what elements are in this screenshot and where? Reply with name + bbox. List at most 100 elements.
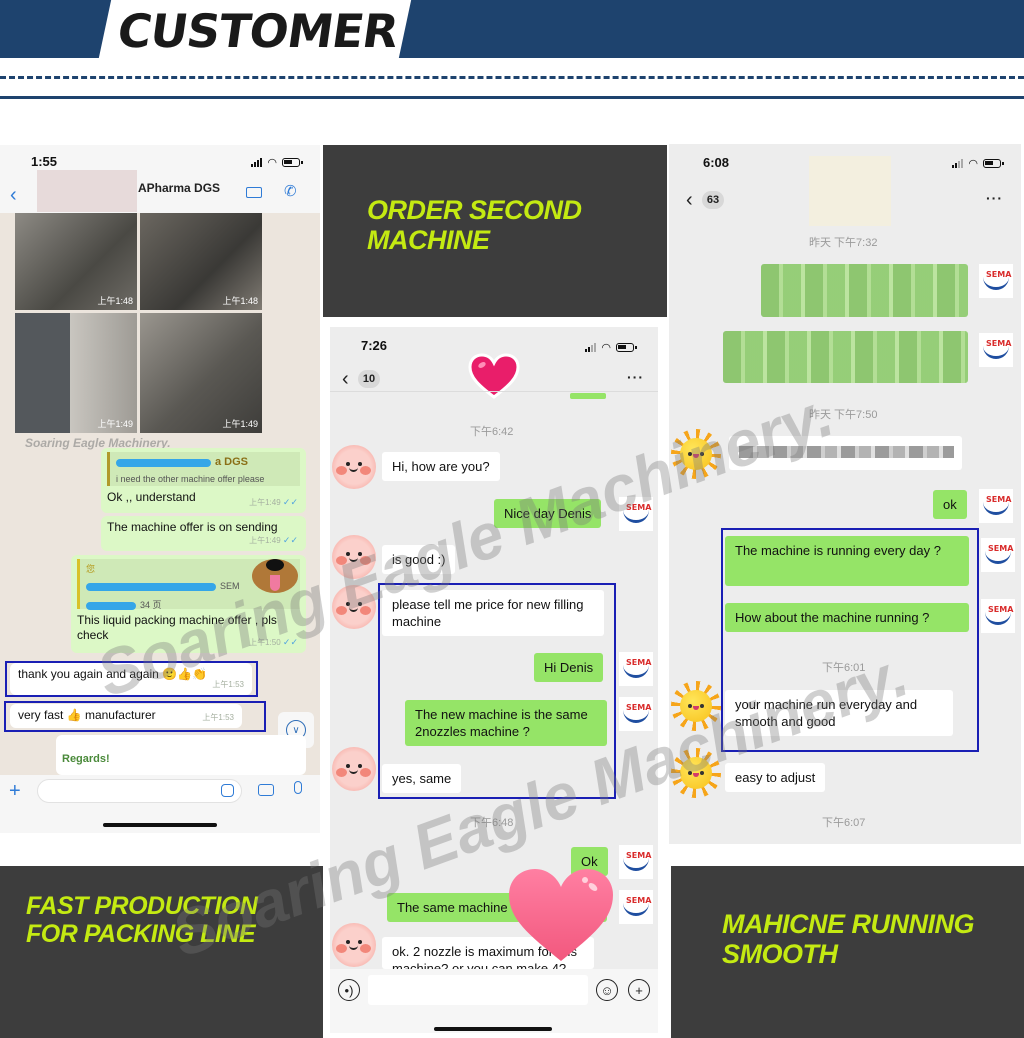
phone-icon[interactable]: ✆ [284,182,297,200]
input-bar: •) ☺ + [330,969,658,1033]
avatar-label: SEMA [988,605,1014,614]
whatsapp-screenshot: 1:55 ◠ ‹ APharma DGS ✆ 上午1:48 上午1:48 上午1… [0,145,320,833]
wifi-icon: ◠ [601,342,611,354]
microphone-icon[interactable] [294,781,302,794]
home-indicator [434,1027,552,1031]
caption-text: MAHICNE RUNNING SMOOTH [722,909,975,969]
wifi-icon: ◠ [267,157,277,169]
avatar-label: SEMA [988,544,1014,553]
customer-avatar[interactable] [671,429,721,479]
media-thumbnail[interactable]: 上午1:48 [140,213,262,310]
sema-avatar[interactable]: SEMA [979,264,1013,298]
customer-avatar[interactable] [332,585,376,629]
unread-count[interactable]: 10 [358,370,380,388]
avatar-label: SEMA [626,658,652,667]
avatar-label: SEMA [986,270,1012,279]
avatar-label: SEMA [626,503,652,512]
message-bubble[interactable]: Regards! [56,735,306,775]
plus-icon[interactable]: + [628,979,650,1001]
message-time: 上午1:50 [249,638,281,647]
sema-avatar[interactable]: SEMA [619,497,653,531]
read-ticks-icon: ✓✓ [282,535,298,545]
media-thumbnail[interactable]: 上午1:49 [15,313,137,433]
redaction-mark [86,601,136,610]
message-bubble[interactable]: easy to adjust [725,763,826,792]
message-input[interactable] [368,975,588,1005]
message-input[interactable] [37,779,242,803]
message-bubble[interactable]: ok [933,490,967,519]
sema-avatar[interactable]: SEMA [981,599,1015,633]
solid-divider [0,96,1024,99]
unread-count[interactable]: 63 [702,191,724,209]
sema-avatar[interactable]: SEMA [981,538,1015,572]
sema-avatar[interactable]: SEMA [979,333,1013,367]
contact-name[interactable]: APharma DGS [138,181,220,195]
battery-icon [616,343,637,352]
avatar-label: SEMA [986,495,1012,504]
sema-avatar[interactable]: SEMA [619,697,653,731]
message-bubble[interactable]: 您 SEM 34 页 This liquid packing machine o… [71,555,306,653]
plus-icon[interactable]: + [9,780,21,803]
signal-icon [251,158,263,167]
redaction-mark [86,582,216,591]
sema-avatar[interactable]: SEMA [979,489,1013,523]
sema-avatar[interactable]: SEMA [619,652,653,686]
timestamp: 下午6:42 [470,426,514,438]
customer-avatar[interactable] [671,681,721,731]
customer-avatar[interactable] [332,923,376,967]
avatar-label: SEMA [986,339,1012,348]
avatar-label: SEMA [626,896,652,905]
caption-line: FOR PACKING LINE [26,919,256,948]
page-title: CUSTOMER [114,4,402,58]
highlight-box [5,661,258,697]
redaction-mark [739,446,954,458]
media-thumbnail[interactable]: 上午1:48 [15,213,137,310]
input-bar: + [0,775,320,833]
video-call-icon[interactable] [246,187,262,198]
document-name: SEM [220,581,240,591]
customer-avatar[interactable] [332,445,376,489]
voice-icon[interactable]: •) [338,979,360,1001]
sema-avatar[interactable]: SEMA [619,890,653,924]
caption-text: FAST PRODUCTION FOR PACKING LINE [26,892,258,948]
media-thumbnail[interactable]: 上午1:49 [140,313,262,433]
customer-avatar[interactable] [332,535,376,579]
blurred-message-bubble[interactable] [729,436,962,470]
sticker-icon[interactable] [221,784,234,797]
customer-avatar[interactable] [332,747,376,791]
more-icon[interactable]: ··· [627,369,644,385]
caption-line: SMOOTH [722,938,838,969]
message-bubble[interactable]: is good :) [382,545,456,574]
message-bubble[interactable]: The machine offer is on sending 上午1:49 ✓… [101,516,306,551]
contact-avatar-blurred [37,170,137,212]
status-icons: ◠ [251,156,303,169]
back-icon[interactable]: ‹ [10,185,17,205]
media-time: 上午1:49 [222,419,258,429]
blurred-message-bubble[interactable] [723,331,968,383]
camera-icon[interactable] [258,784,274,796]
heart-sticker-icon [468,353,520,399]
sema-avatar[interactable]: SEMA [619,845,653,879]
back-icon[interactable]: ‹ [686,190,693,210]
message-bubble[interactable]: Nice day Denis [494,499,602,528]
message-bubble[interactable]: a DGS i need the other machine offer ple… [101,448,306,513]
signal-icon [952,159,964,168]
dog-sticker [248,553,302,599]
timestamp: 下午6:07 [822,817,866,829]
emoji-icon[interactable]: ☺ [596,979,618,1001]
message-text: Regards! [62,753,110,765]
wifi-icon: ◠ [968,158,978,170]
caption-panel: MAHICNE RUNNING SMOOTH [671,866,1024,1038]
back-icon[interactable]: ‹ [342,369,349,389]
battery-icon [282,158,303,167]
caption-line: ORDER SECOND [367,195,582,225]
blurred-message-bubble[interactable] [761,264,968,317]
avatar-label: SEMA [626,851,652,860]
redaction-mark [116,458,211,467]
customer-avatar[interactable] [671,748,721,798]
status-icons: ◠ [952,157,1004,170]
message-bubble[interactable]: Hi, how are you? [382,452,500,481]
more-icon[interactable]: ··· [986,190,1003,206]
timestamp: 昨天 下午7:50 [809,409,878,421]
media-time: 上午1:49 [97,419,133,429]
